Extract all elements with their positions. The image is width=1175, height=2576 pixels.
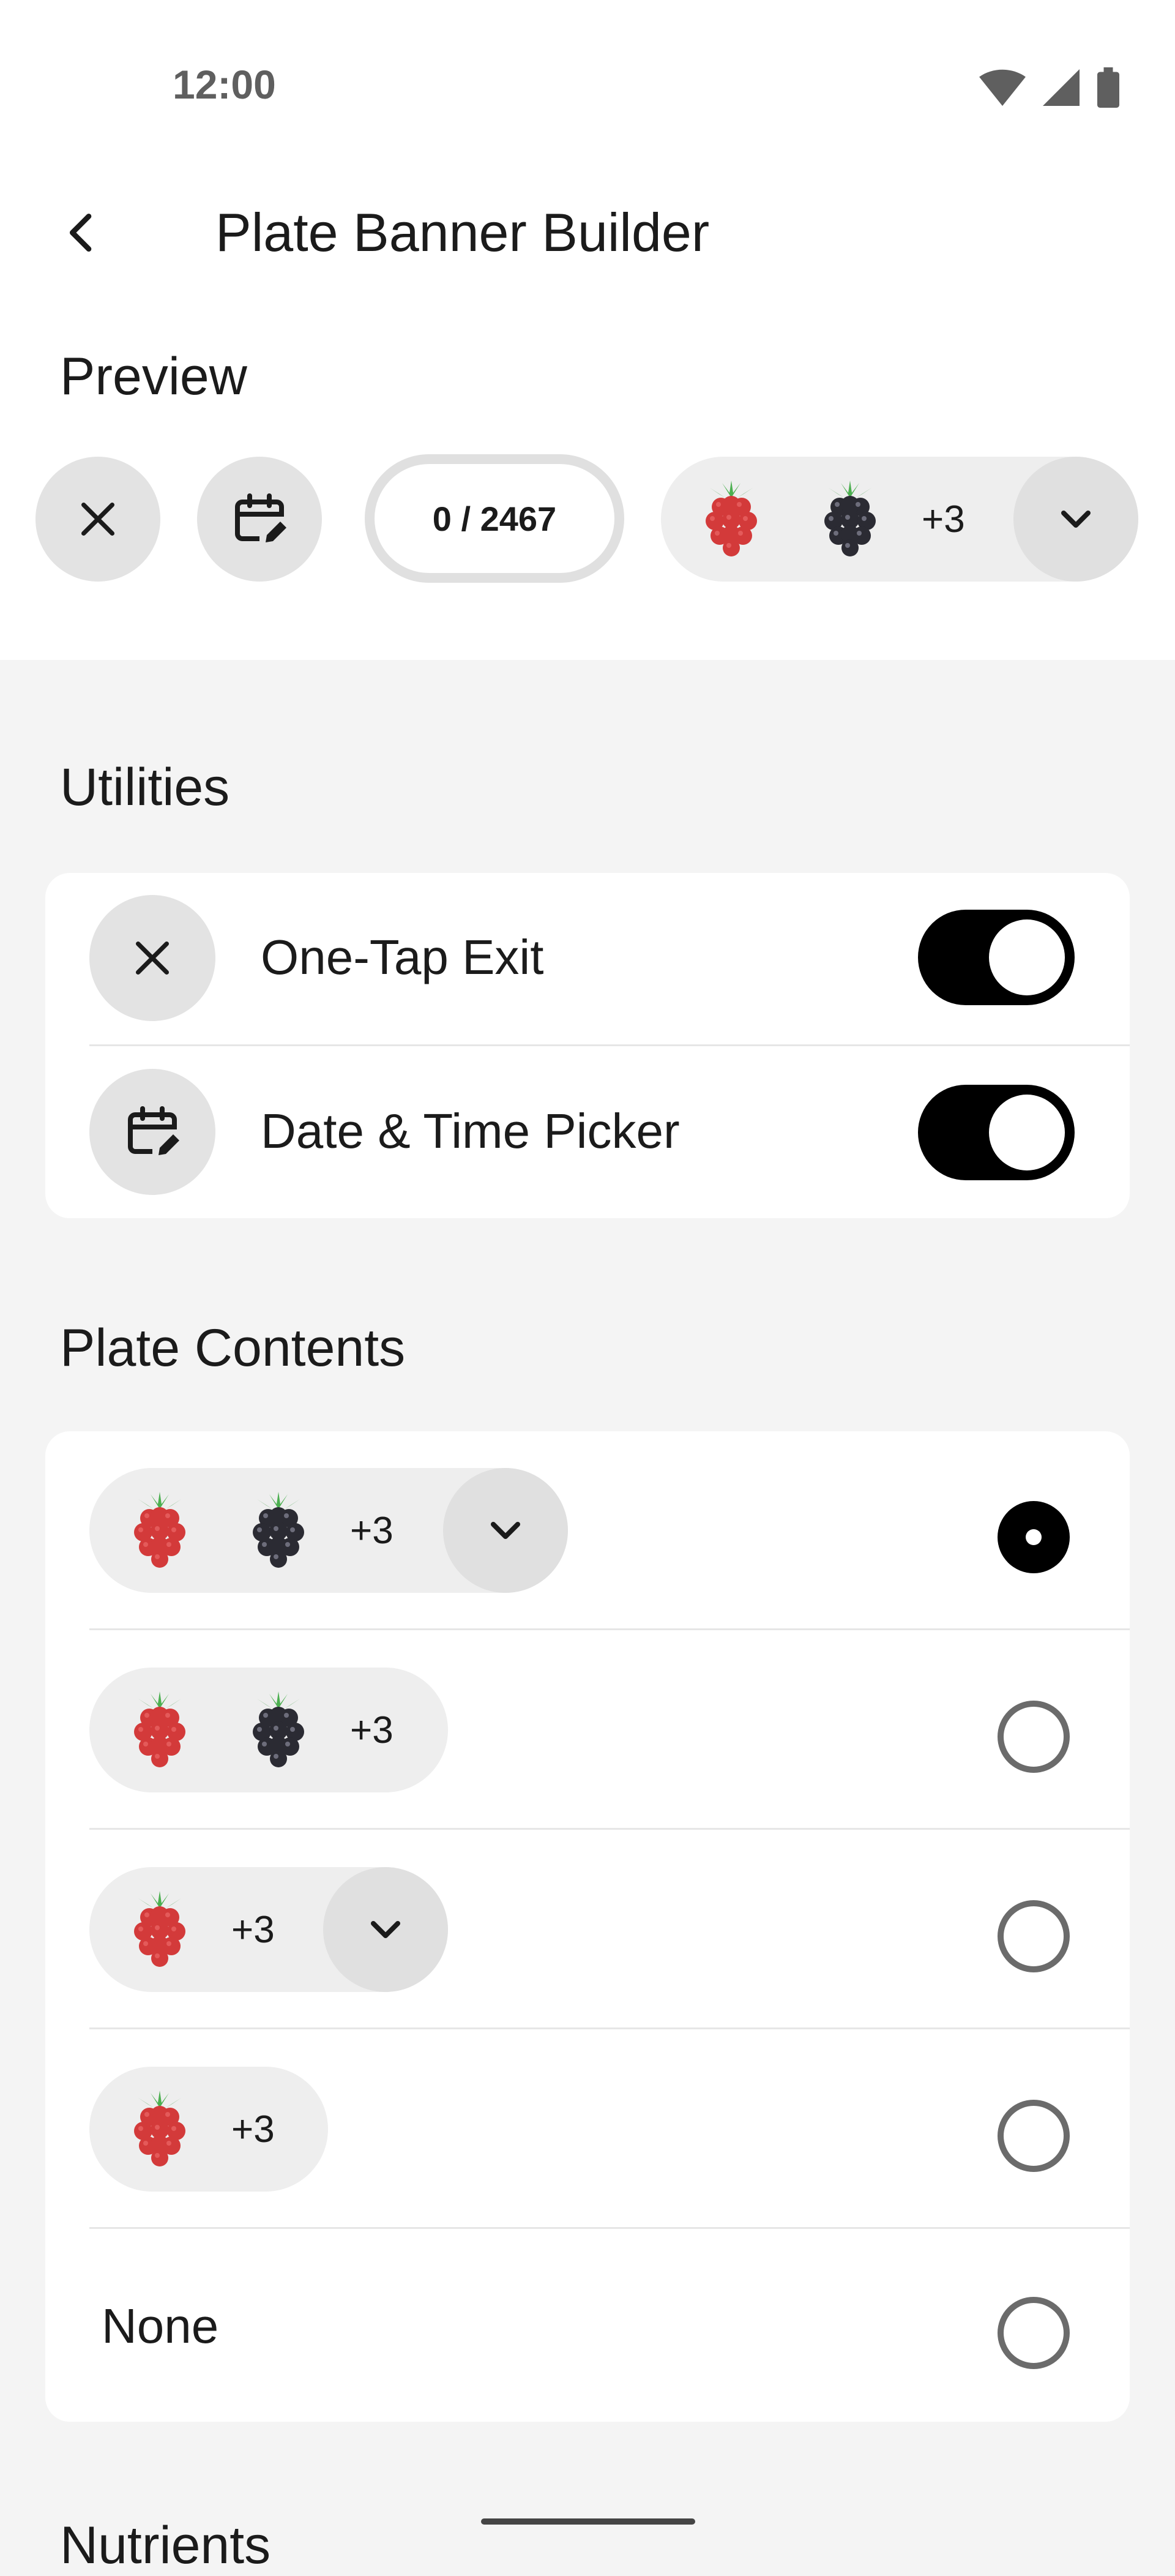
more-count: +3 [350,1709,394,1751]
calendar-edit-icon [230,490,289,549]
signal-icon [1043,69,1080,106]
raspberry-icon [126,1491,193,1570]
expand-button[interactable] [443,1468,568,1593]
raspberry-icon [698,479,765,559]
chevron-down-icon [481,1506,530,1555]
wifi-icon [979,69,1026,106]
close-icon [128,934,177,983]
battery-icon [1097,67,1119,108]
one-tap-exit-icon-badge [89,895,215,1021]
status-icons [979,67,1120,108]
status-time: 12:00 [173,62,276,107]
toggle-knob [989,1095,1065,1170]
more-count: +3 [350,1509,394,1552]
plate-contents-heading: Plate Contents [60,1319,406,1377]
divider [89,2027,1130,2029]
toggle-knob [989,919,1065,995]
page-title: Plate Banner Builder [215,202,710,263]
divider [89,2227,1130,2229]
expand-button[interactable] [1013,457,1138,582]
blackberry-icon [245,1491,312,1570]
raspberry-icon [126,1690,193,1770]
one-tap-exit-label: One-Tap Exit [261,930,544,984]
more-count: +3 [922,498,965,541]
plate-option-1-radio[interactable] [998,1501,1070,1573]
plate-option-none-radio[interactable] [998,2297,1070,2369]
divider [89,1044,1130,1046]
preview-close-button[interactable] [35,457,160,582]
chevron-down-icon [361,1905,410,1954]
chevron-down-icon [1051,495,1100,544]
nutrients-heading: Nutrients [60,2516,271,2575]
more-count: +3 [231,2108,275,2151]
blackberry-icon [816,479,884,559]
plate-option-3-radio[interactable] [998,1900,1070,1972]
date-time-picker-label: Date & Time Picker [261,1104,680,1158]
plate-option-3-chip[interactable]: +3 [89,1867,448,1992]
date-time-picker-icon-badge [89,1069,215,1195]
blackberry-icon [245,1690,312,1770]
utilities-heading: Utilities [60,758,230,817]
calendar-edit-icon [123,1103,182,1161]
plate-option-1-chip[interactable]: +3 [89,1468,568,1593]
divider [89,1628,1130,1630]
date-time-picker-toggle[interactable] [918,1085,1075,1180]
plate-option-none-label: None [102,2299,219,2353]
raspberry-icon [126,1890,193,1969]
divider [89,1828,1130,1830]
close-icon [73,495,122,544]
plate-option-2-chip[interactable]: +3 [89,1668,448,1792]
raspberry-icon [126,2089,193,2169]
plate-option-4-radio[interactable] [998,2100,1070,2172]
preview-calendar-button[interactable] [197,457,322,582]
arrow-back-icon [70,214,92,252]
plate-option-4-chip[interactable]: +3 [89,2067,328,2192]
back-button[interactable] [49,196,116,269]
character-counter: 0 / 2467 [365,454,624,583]
gesture-nav-handle[interactable] [481,2518,695,2525]
preview-fruit-chip[interactable]: +3 [661,457,1138,582]
more-count: +3 [231,1908,275,1951]
preview-heading: Preview [60,347,247,406]
expand-button[interactable] [323,1867,448,1992]
one-tap-exit-toggle[interactable] [918,910,1075,1005]
plate-option-2-radio[interactable] [998,1701,1070,1773]
